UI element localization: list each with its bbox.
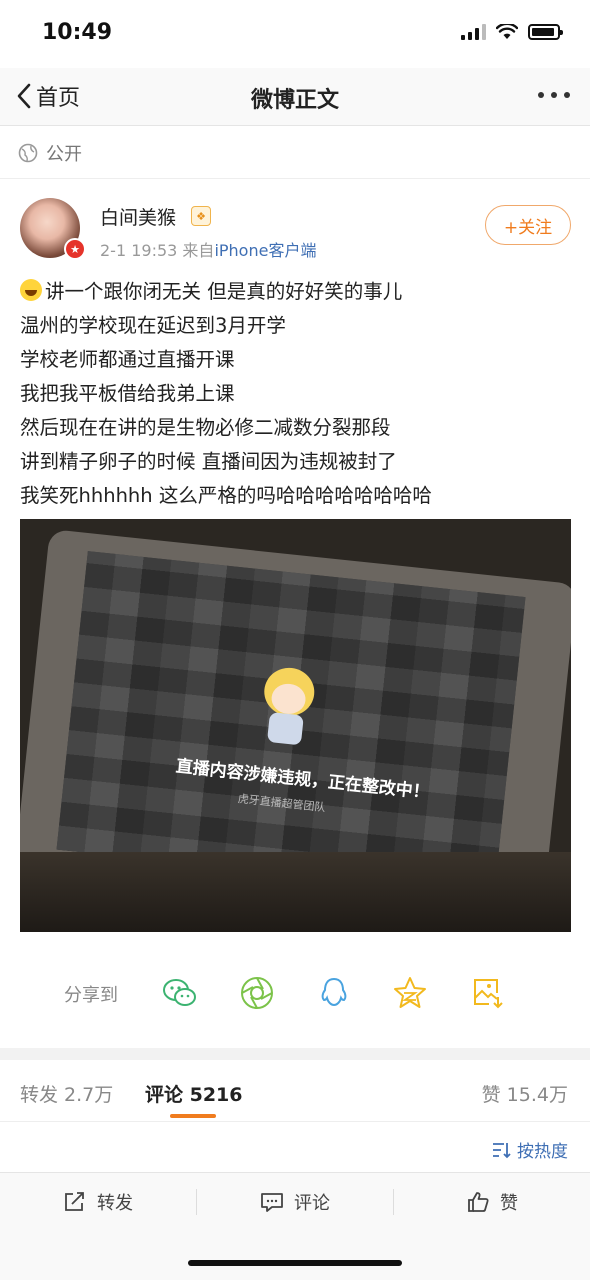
laughing-emoji-icon	[20, 279, 42, 301]
post-line: 然后现在在讲的是生物必修二减数分裂那段	[20, 416, 391, 439]
home-indicator[interactable]	[188, 1260, 402, 1266]
save-image-icon[interactable]	[467, 973, 507, 1013]
sort-button[interactable]: 按热度	[491, 1137, 568, 1162]
battery-icon	[528, 24, 563, 40]
post-line: 讲到精子卵子的时候 直播间因为违规被封了	[20, 450, 397, 473]
status-time: 10:49	[42, 20, 113, 45]
tab-comment[interactable]: 评论 5216	[145, 1080, 243, 1107]
tab-like[interactable]: 赞 15.4万	[482, 1080, 568, 1107]
globe-icon	[18, 143, 38, 162]
sort-row: 按热度	[0, 1123, 590, 1171]
post-date: 2-1 19:53	[100, 241, 178, 260]
like-button[interactable]: 赞	[394, 1173, 590, 1231]
source-prefix: 来自	[182, 241, 215, 260]
section-gap	[0, 1048, 590, 1060]
qzone-icon[interactable]	[390, 973, 430, 1013]
sort-label: 按热度	[517, 1142, 568, 1162]
signal-icon	[461, 24, 486, 40]
status-icons	[461, 24, 563, 40]
author-name[interactable]: 白间美猴	[100, 203, 176, 230]
follow-button[interactable]: +关注	[485, 205, 571, 245]
post-image[interactable]: 直播内容涉嫌违规，正在整改中！ 虎牙直播超管团队	[20, 519, 571, 932]
tab-indicator	[170, 1114, 216, 1118]
member-badge-icon: ❖	[191, 206, 211, 226]
page-title: 微博正文	[250, 88, 339, 113]
post-text: 讲一个跟你闭无关 但是真的好好笑的事儿 温州的学校现在延迟到3月开学 学校老师都…	[20, 275, 575, 513]
count-tabs: 转发 2.7万 评论 5216 赞 15.4万	[0, 1060, 590, 1122]
repost-icon	[65, 1192, 84, 1211]
post-line: 我笑死hhhhhh 这么严格的吗哈哈哈哈哈哈哈哈	[20, 484, 432, 507]
repost-label: 转发	[97, 1193, 133, 1214]
comment-button[interactable]: 评论	[197, 1173, 393, 1231]
post-line: 讲一个跟你闭无关 但是真的好好笑的事儿	[20, 275, 575, 309]
comment-label: 评论	[294, 1193, 330, 1214]
share-row: 分享到	[0, 965, 590, 1021]
visibility-label: 公开	[46, 143, 82, 165]
status-bar: 10:49	[0, 0, 590, 68]
post-line: 温州的学校现在延迟到3月开学	[20, 314, 286, 337]
verified-badge-icon: ★	[64, 238, 86, 260]
more-button[interactable]	[538, 92, 570, 98]
nav-bar: 首页 微博正文	[0, 68, 590, 126]
sort-icon	[493, 1142, 511, 1158]
table-edge	[20, 852, 571, 932]
repost-button[interactable]: 转发	[0, 1173, 196, 1231]
home-area	[0, 1232, 590, 1280]
like-label: 赞	[500, 1193, 518, 1214]
post-source[interactable]: iPhone客户端	[214, 241, 316, 260]
bottom-toolbar: 转发 评论 赞	[0, 1172, 590, 1232]
share-label: 分享到	[64, 985, 118, 1006]
thumbs-up-icon	[468, 1192, 489, 1212]
tablet-screen: 直播内容涉嫌违规，正在整改中！ 虎牙直播超管团队	[56, 551, 526, 896]
post-meta: 2-1 19:53 来自iPhone客户端	[100, 237, 316, 261]
post-line: 我把我平板借给我弟上课	[20, 382, 235, 405]
mascot-illustration	[249, 664, 327, 751]
wifi-icon	[496, 24, 518, 39]
post-line: 学校老师都通过直播开课	[20, 348, 235, 371]
tab-repost[interactable]: 转发 2.7万	[20, 1080, 113, 1107]
comment-icon	[261, 1193, 283, 1212]
moments-icon[interactable]	[237, 973, 277, 1013]
qq-icon[interactable]	[314, 973, 354, 1013]
wechat-icon[interactable]	[160, 973, 200, 1013]
visibility-row: 公开	[0, 127, 590, 179]
